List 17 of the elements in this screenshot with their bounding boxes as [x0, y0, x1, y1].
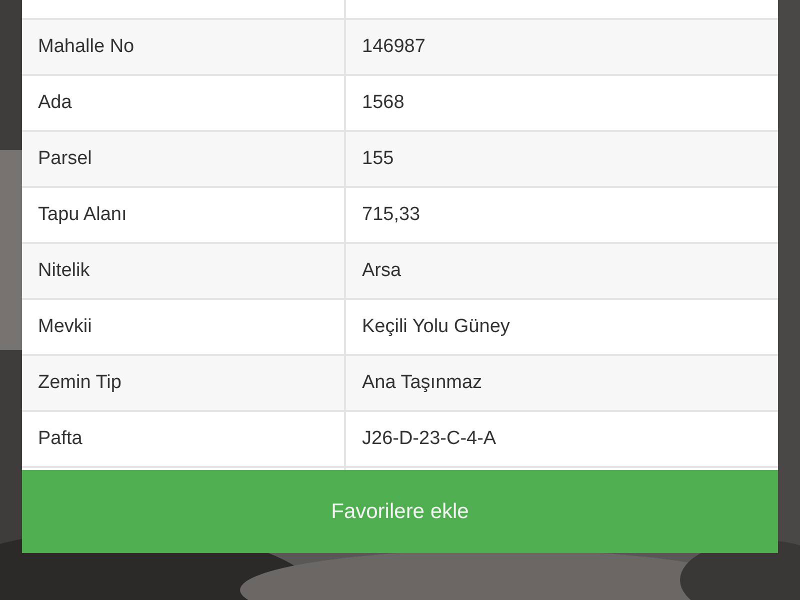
- field-value: 715,33: [362, 204, 420, 226]
- field-value: Arsa: [362, 260, 402, 282]
- add-to-favorites-button[interactable]: Favorilere ekle: [22, 470, 778, 553]
- field-value: 1568: [362, 92, 404, 114]
- field-label: Nitelik: [38, 260, 90, 282]
- field-value: J26-D-23-C-4-A: [362, 428, 496, 450]
- field-label: Tapu Alanı: [38, 204, 127, 226]
- field-value: 146987: [362, 36, 426, 58]
- field-label: Pafta: [38, 428, 82, 450]
- field-value: Keçili Yolu Güney: [362, 316, 510, 338]
- field-label: Mevkii: [38, 316, 92, 338]
- field-label: Zemin Tip: [38, 372, 122, 394]
- field-label: Mahalle No: [38, 36, 134, 58]
- field-label: Parsel: [38, 148, 92, 170]
- field-label: Ada: [38, 92, 72, 114]
- field-value: Ana Taşınmaz: [362, 372, 482, 394]
- field-value: 155: [362, 148, 394, 170]
